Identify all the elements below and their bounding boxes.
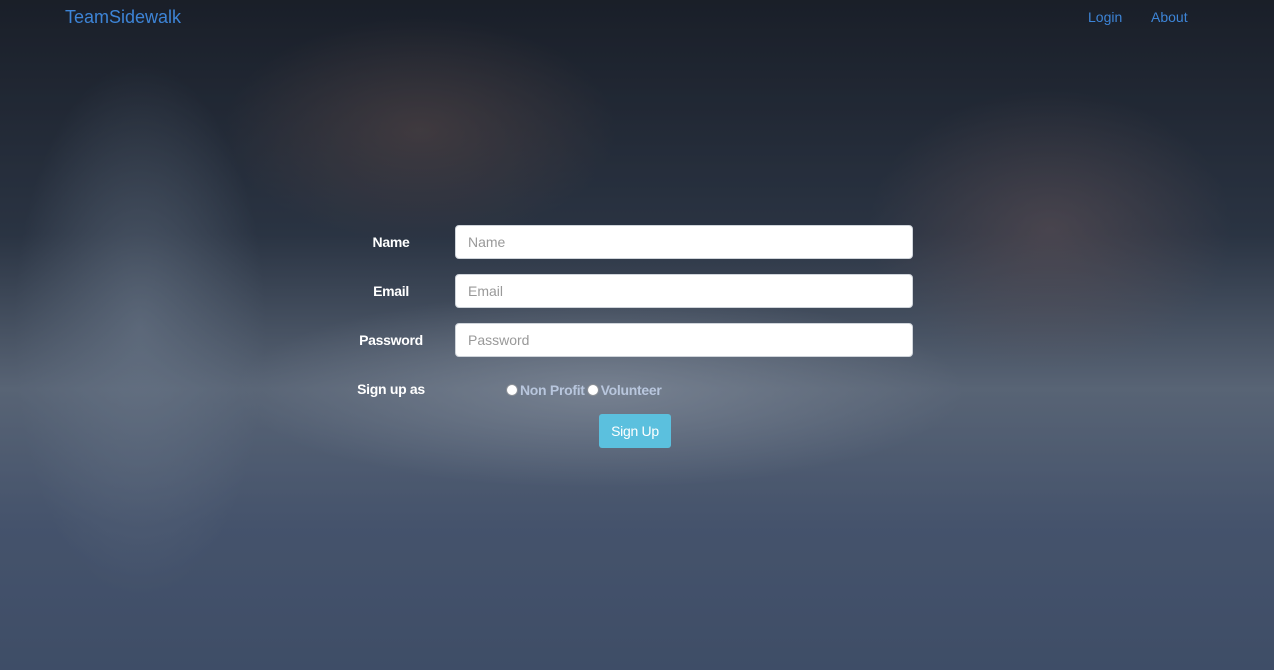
password-label: Password [359, 332, 423, 348]
signup-as-radio-group: Non Profit Volunteer [506, 381, 663, 399]
password-input[interactable] [455, 323, 913, 357]
nav-login-link[interactable]: Login [1088, 9, 1122, 25]
non-profit-radio[interactable] [506, 384, 518, 396]
non-profit-radio-label[interactable]: Non Profit [520, 382, 585, 398]
navbar: TeamSidewalk Login About [0, 0, 1274, 36]
sign-up-button[interactable]: Sign Up [599, 414, 671, 448]
name-label: Name [372, 234, 410, 250]
nav-about-link[interactable]: About [1151, 9, 1188, 25]
brand-logo-link[interactable]: TeamSidewalk [65, 7, 181, 28]
email-label: Email [373, 283, 409, 299]
volunteer-radio[interactable] [586, 384, 599, 396]
volunteer-radio-label[interactable]: Volunteer [601, 382, 662, 398]
email-input[interactable] [455, 274, 913, 308]
name-input[interactable] [455, 225, 913, 259]
signup-as-label: Sign up as [357, 381, 425, 397]
